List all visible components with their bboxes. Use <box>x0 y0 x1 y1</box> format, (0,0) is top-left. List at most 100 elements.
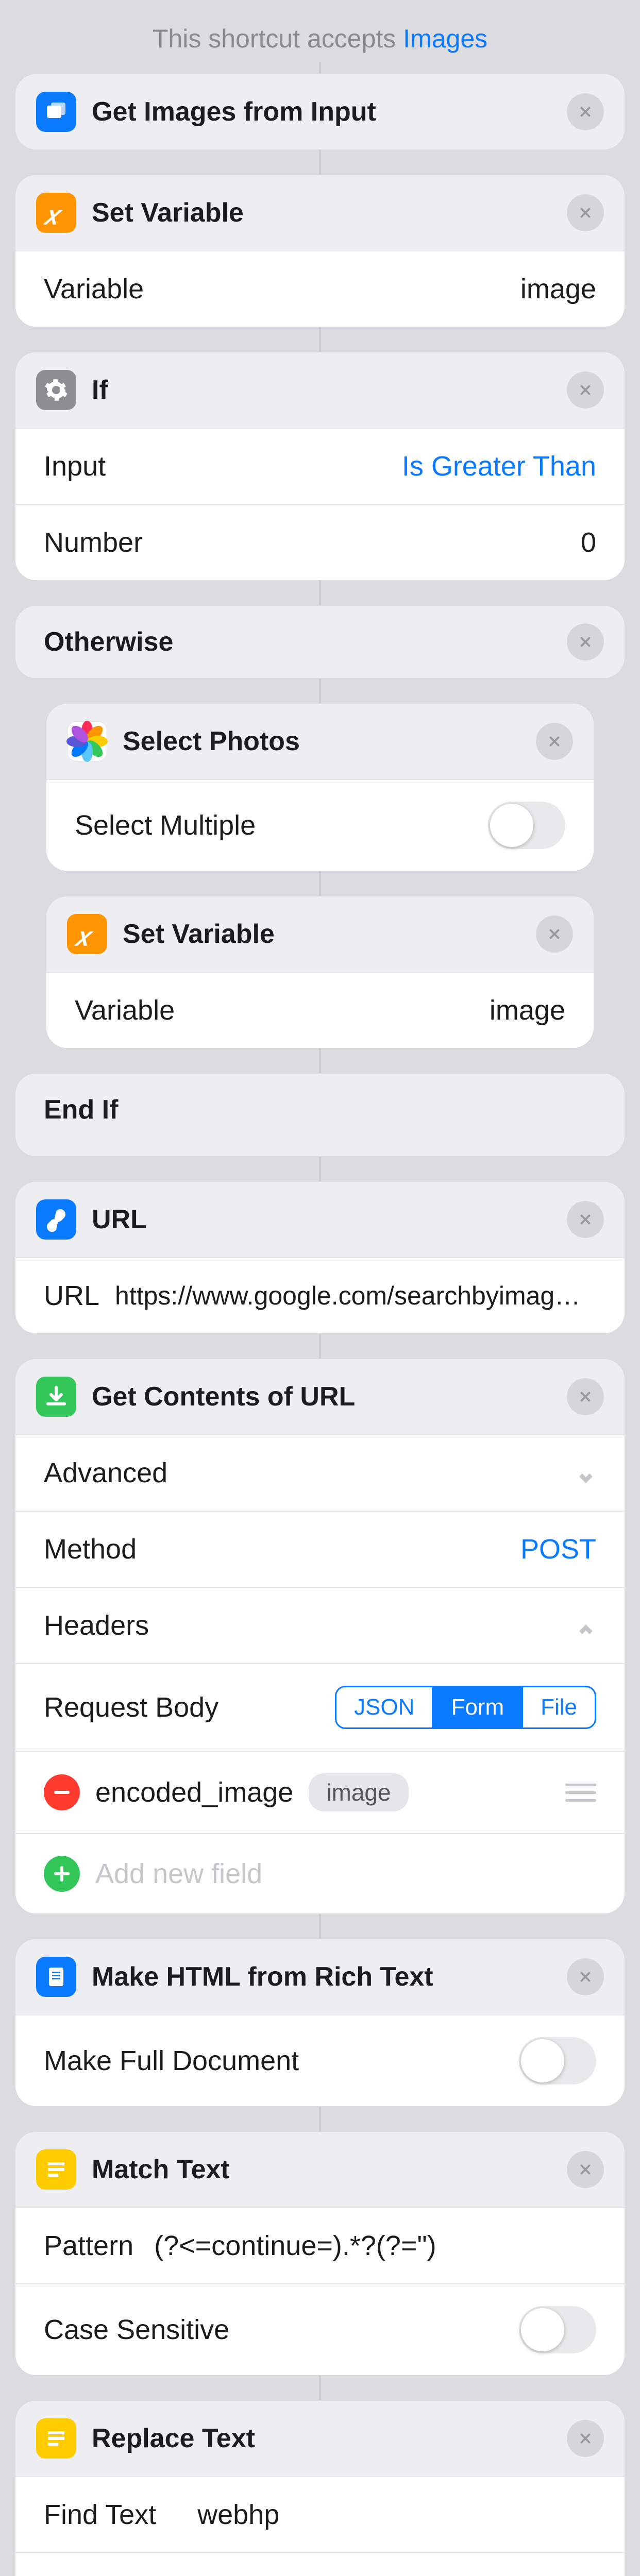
method-label: Method <box>44 1533 137 1565</box>
make-full-document-row: Make Full Document <box>15 2014 625 2106</box>
method-row[interactable]: Method POST <box>15 1511 625 1587</box>
add-field-button[interactable] <box>44 1856 80 1892</box>
variable-label: Variable <box>75 994 175 1026</box>
seg-file[interactable]: File <box>523 1687 595 1727</box>
photos-app-icon <box>67 721 107 761</box>
find-label: Find Text <box>44 2499 156 2531</box>
accepts-type-link[interactable]: Images <box>403 24 487 53</box>
action-title: End If <box>44 1094 604 1125</box>
action-end-if: End If <box>15 1074 625 1156</box>
reorder-grip-icon[interactable] <box>565 1784 596 1802</box>
action-title: Match Text <box>92 2154 551 2185</box>
action-title: Get Images from Input <box>92 96 551 127</box>
remove-action-button[interactable] <box>536 916 573 953</box>
url-value[interactable]: https://www.google.com/searchbyimag… <box>115 1281 580 1311</box>
variable-row[interactable]: Variable image <box>15 250 625 327</box>
variable-value[interactable]: image <box>490 994 565 1026</box>
action-set-variable: 𝑥 Set Variable Variable image <box>15 175 625 327</box>
action-get-contents-url: Get Contents of URL Advanced Method POST… <box>15 1359 625 1913</box>
remove-action-button[interactable] <box>567 1378 604 1415</box>
action-if: If Input Is Greater Than Number 0 <box>15 352 625 580</box>
remove-action-button[interactable] <box>567 194 604 231</box>
action-replace-text: Replace Text Find Text webhp Replace Wit… <box>15 2401 625 2576</box>
action-title: If <box>92 375 551 405</box>
action-title: Make HTML from Rich Text <box>92 1961 551 1992</box>
action-title: URL <box>92 1204 551 1235</box>
action-select-photos: Select Photos Select Multiple <box>46 704 594 871</box>
variable-value[interactable]: image <box>520 273 596 305</box>
seg-json[interactable]: JSON <box>336 1687 433 1727</box>
action-title: Set Variable <box>123 919 520 950</box>
remove-action-button[interactable] <box>567 2420 604 2457</box>
remove-action-button[interactable] <box>536 723 573 760</box>
form-field-row: encoded_image image <box>15 1751 625 1833</box>
advanced-row[interactable]: Advanced <box>15 1434 625 1511</box>
action-make-html: Make HTML from Rich Text Make Full Docum… <box>15 1939 625 2106</box>
field-value-pill[interactable]: image <box>309 1773 408 1811</box>
full-document-toggle[interactable] <box>519 2037 596 2084</box>
action-match-text: Match Text Pattern (?<=continue=).*?(?="… <box>15 2132 625 2375</box>
download-icon <box>36 1377 76 1417</box>
if-number-row[interactable]: Number 0 <box>15 504 625 580</box>
select-multiple-toggle[interactable] <box>488 802 565 849</box>
url-row[interactable]: URL https://www.google.com/searchbyimag… <box>15 1257 625 1333</box>
replace-with-row[interactable]: Replace With search <box>15 2552 625 2576</box>
chevron-up-icon <box>576 1615 596 1636</box>
full-document-label: Make Full Document <box>44 2045 299 2077</box>
remove-action-button[interactable] <box>567 1958 604 1995</box>
body-type-segmented[interactable]: JSON Form File <box>335 1686 596 1729</box>
action-title: Set Variable <box>92 197 551 228</box>
request-body-row: Request Body JSON Form File <box>15 1663 625 1751</box>
action-get-images: Get Images from Input <box>15 74 625 149</box>
link-icon <box>36 1199 76 1240</box>
document-icon <box>36 1957 76 1997</box>
remove-action-button[interactable] <box>567 93 604 130</box>
action-otherwise: Otherwise <box>15 606 625 678</box>
body-label: Request Body <box>44 1691 218 1723</box>
case-sensitive-toggle[interactable] <box>519 2306 596 2353</box>
remove-action-button[interactable] <box>567 371 604 409</box>
advanced-label: Advanced <box>44 1457 167 1489</box>
if-input-row[interactable]: Input Is Greater Than <box>15 428 625 504</box>
find-value[interactable]: webhp <box>197 2499 279 2531</box>
add-field-label: Add new field <box>95 1858 262 1890</box>
variable-row[interactable]: Variable image <box>46 972 594 1048</box>
add-field-row[interactable]: Add new field <box>15 1833 625 1913</box>
find-text-row[interactable]: Find Text webhp <box>15 2476 625 2552</box>
select-multiple-label: Select Multiple <box>75 809 256 841</box>
chevron-down-icon <box>576 1463 596 1483</box>
headers-label: Headers <box>44 1609 149 1641</box>
action-title: Otherwise <box>44 626 551 657</box>
action-set-variable: 𝑥 Set Variable Variable image <box>46 896 594 1048</box>
pattern-value[interactable]: (?<=continue=).*?(?=") <box>154 2230 436 2262</box>
accepts-prefix: This shortcut accepts <box>153 24 403 53</box>
select-multiple-row: Select Multiple <box>46 779 594 871</box>
text-icon <box>36 2418 76 2459</box>
condition-value[interactable]: Is Greater Than <box>402 450 596 482</box>
number-label: Number <box>44 527 143 558</box>
method-value[interactable]: POST <box>520 1533 596 1565</box>
action-url: URL URL https://www.google.com/searchbyi… <box>15 1182 625 1333</box>
variable-icon: 𝑥 <box>36 193 76 233</box>
variable-label: Variable <box>44 273 144 305</box>
gear-icon <box>36 370 76 410</box>
url-label: URL <box>44 1280 99 1312</box>
variable-icon: 𝑥 <box>67 914 107 954</box>
remove-action-button[interactable] <box>567 1201 604 1238</box>
remove-field-button[interactable] <box>44 1774 80 1810</box>
remove-action-button[interactable] <box>567 623 604 660</box>
case-sensitive-row: Case Sensitive <box>15 2283 625 2375</box>
headers-row[interactable]: Headers <box>15 1587 625 1663</box>
images-icon <box>36 92 76 132</box>
input-label: Input <box>44 450 106 482</box>
action-title: Get Contents of URL <box>92 1381 551 1412</box>
number-value[interactable]: 0 <box>581 527 596 558</box>
seg-form[interactable]: Form <box>433 1687 523 1727</box>
field-key[interactable]: encoded_image <box>95 1776 293 1808</box>
pattern-label: Pattern <box>44 2230 133 2262</box>
pattern-row[interactable]: Pattern (?<=continue=).*?(?=") <box>15 2207 625 2283</box>
remove-action-button[interactable] <box>567 2151 604 2188</box>
action-title: Replace Text <box>92 2423 551 2454</box>
text-icon <box>36 2149 76 2190</box>
case-label: Case Sensitive <box>44 2314 229 2346</box>
